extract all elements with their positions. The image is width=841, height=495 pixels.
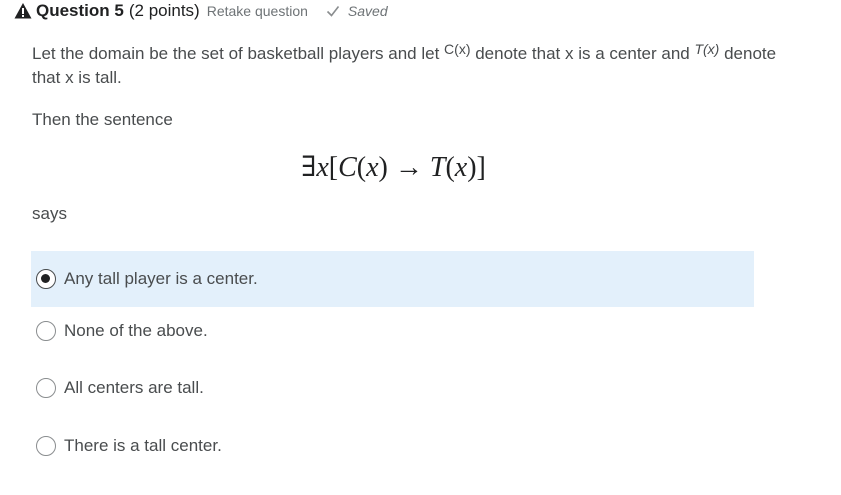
question-title: Question 5 bbox=[36, 1, 124, 20]
option-label: There is a tall center. bbox=[64, 436, 222, 455]
prompt-text-2: denote that x is a center and bbox=[470, 44, 695, 63]
then-the-sentence: Then the sentence bbox=[32, 110, 173, 129]
formula-x-1: x bbox=[366, 152, 379, 183]
answer-option-3[interactable]: All centers are tall. bbox=[31, 360, 754, 416]
says-label: says bbox=[32, 204, 67, 223]
answer-option-2[interactable]: None of the above. bbox=[31, 303, 754, 359]
radio-button[interactable] bbox=[36, 321, 56, 341]
formula-x-2: x bbox=[454, 152, 468, 183]
formula-close-paren-1: ) bbox=[378, 152, 388, 183]
formula-c-pred: C bbox=[338, 152, 357, 183]
option-label: None of the above. bbox=[64, 321, 208, 340]
checkmark-icon bbox=[326, 6, 340, 17]
warning-triangle-icon bbox=[14, 3, 32, 19]
retake-question-link[interactable]: Retake question bbox=[207, 3, 308, 19]
answer-option-4[interactable]: There is a tall center. bbox=[31, 418, 754, 474]
option-label: Any tall player is a center. bbox=[64, 269, 258, 288]
question-points: (2 points) bbox=[128, 1, 200, 20]
formula-open-bracket: [ bbox=[328, 152, 339, 183]
formula-t-pred: T bbox=[429, 152, 446, 183]
radio-button[interactable] bbox=[36, 378, 56, 398]
question-header: Question 5 (2 points) Retake question Sa… bbox=[14, 0, 388, 22]
formula-open-paren-1: ( bbox=[356, 152, 367, 183]
formula-close-bracket: ] bbox=[476, 152, 486, 183]
radio-button[interactable] bbox=[36, 436, 56, 456]
math-c-of-x: C(x) bbox=[444, 41, 471, 57]
formula-var: x bbox=[316, 152, 329, 183]
answer-option-1[interactable]: Any tall player is a center. bbox=[31, 251, 754, 307]
implies-arrow: → bbox=[387, 152, 430, 183]
prompt-text-1: Let the domain be the set of basketball … bbox=[32, 44, 445, 63]
math-t-of-x: T(x) bbox=[694, 41, 720, 57]
formula-open-paren-2: ( bbox=[445, 152, 455, 183]
question-prompt: Let the domain be the set of basketball … bbox=[32, 41, 792, 90]
exists-symbol: ∃ bbox=[301, 152, 317, 183]
option-label: All centers are tall. bbox=[64, 378, 204, 397]
logic-formula: ∃x[C(x) → T(x)] bbox=[0, 150, 787, 184]
formula-close-paren-2: ) bbox=[467, 152, 477, 183]
radio-button-selected[interactable] bbox=[36, 269, 56, 289]
saved-status: Saved bbox=[347, 3, 388, 19]
